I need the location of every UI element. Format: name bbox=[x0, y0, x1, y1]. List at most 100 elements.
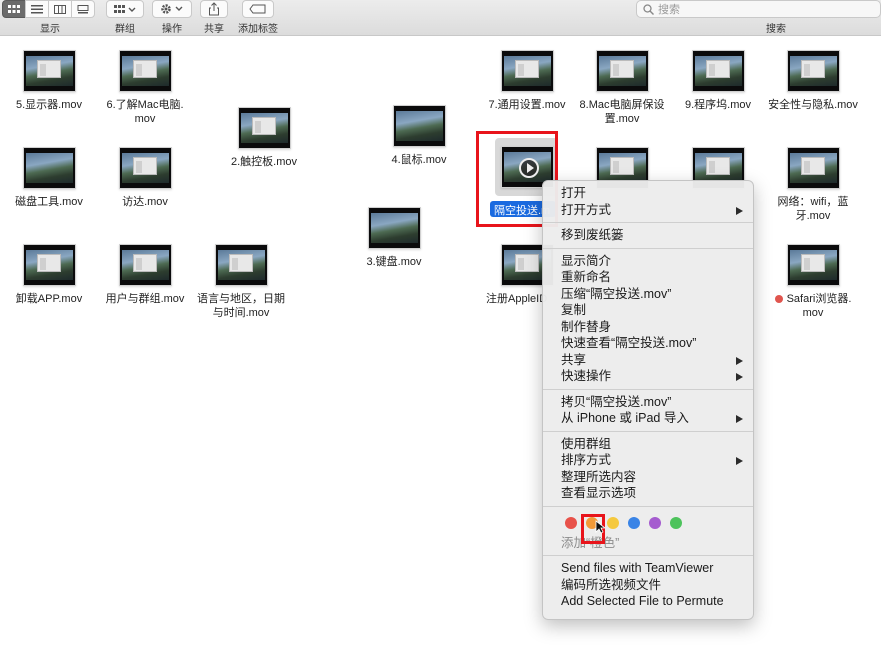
menu-separator bbox=[543, 555, 753, 556]
menu-item-get-info[interactable]: 显示简介 bbox=[543, 253, 753, 270]
menu-item-open-with[interactable]: 打开方式 bbox=[543, 202, 753, 219]
tag-purple[interactable] bbox=[649, 516, 661, 529]
submenu-arrow-icon bbox=[736, 206, 743, 215]
search-icon bbox=[643, 3, 654, 15]
submenu-arrow-icon bbox=[736, 457, 743, 465]
video-thumbnail bbox=[237, 107, 291, 149]
file-item[interactable]: 6.了解Mac电脑.mov bbox=[90, 50, 200, 126]
menu-item-clean-up[interactable]: 整理所选内容 bbox=[543, 469, 753, 486]
group-button[interactable] bbox=[106, 0, 144, 18]
file-name: 9.程序坞.mov bbox=[684, 99, 751, 111]
menu-item-copy[interactable]: 拷贝“隔空投送.mov” bbox=[543, 394, 753, 411]
menu-item-use-groups[interactable]: 使用群组 bbox=[543, 436, 753, 453]
file-item[interactable]: 语言与地区，日期与时间.mov bbox=[186, 244, 296, 320]
file-name: 安全性与隐私.mov bbox=[768, 99, 858, 111]
file-name: Safari浏览器.mov bbox=[773, 292, 853, 320]
file-name: 7.通用设置.mov bbox=[488, 99, 566, 111]
share-button[interactable] bbox=[200, 0, 228, 18]
file-item[interactable]: 2.触控板.mov bbox=[209, 107, 319, 169]
menu-item-label: 排序方式 bbox=[561, 453, 612, 467]
red-tag-dot bbox=[774, 295, 783, 304]
file-item[interactable]: 7.通用设置.mov bbox=[472, 50, 582, 112]
menu-item-make-alias[interactable]: 制作替身 bbox=[543, 319, 753, 336]
menu-item-share[interactable]: 共享 bbox=[543, 352, 753, 369]
file-item[interactable]: Safari浏览器.mov bbox=[758, 244, 868, 320]
gallery-view-button[interactable] bbox=[71, 0, 95, 18]
menu-item-sort-by[interactable]: 排序方式 bbox=[543, 452, 753, 469]
video-thumbnail bbox=[214, 244, 268, 286]
menu-separator bbox=[543, 430, 753, 432]
menu-item-duplicate[interactable]: 复制 bbox=[543, 302, 753, 319]
gallery-icon bbox=[77, 4, 89, 13]
video-thumbnail bbox=[500, 50, 554, 92]
file-name: 用户与群组.mov bbox=[105, 293, 185, 305]
menu-item-encode-video[interactable]: 编码所选视频文件 bbox=[543, 577, 753, 594]
group-label: 群组 bbox=[115, 24, 135, 35]
file-name: 网络：wifi，蓝牙.mov bbox=[777, 196, 849, 222]
menu-item-rename[interactable]: 重新命名 bbox=[543, 269, 753, 286]
tag-hint-text: 添加“橙色” bbox=[561, 535, 620, 550]
file-item[interactable]: 5.显示器.mov bbox=[0, 50, 104, 112]
file-name: 语言与地区，日期与时间.mov bbox=[197, 293, 285, 319]
column-view-button[interactable] bbox=[48, 0, 72, 18]
menu-item-move-to-trash[interactable]: 移到废纸篓 bbox=[543, 227, 753, 244]
menu-item-label: 快速操作 bbox=[561, 369, 612, 383]
grid-icon bbox=[8, 4, 20, 13]
video-thumbnail bbox=[118, 147, 172, 189]
file-item[interactable]: 访达.mov bbox=[90, 147, 200, 209]
video-thumbnail bbox=[22, 147, 76, 189]
file-item[interactable]: 9.程序坞.mov bbox=[663, 50, 773, 112]
file-name: 4.鼠标.mov bbox=[391, 154, 447, 166]
file-name: 6.了解Mac电脑.mov bbox=[106, 99, 184, 125]
file-name: 3.键盘.mov bbox=[366, 256, 422, 268]
file-item[interactable]: 磁盘工具.mov bbox=[0, 147, 104, 209]
search-field[interactable]: 搜索 bbox=[636, 0, 881, 18]
file-name: 8.Mac电脑屏保设置.mov bbox=[579, 99, 665, 125]
file-name: 5.显示器.mov bbox=[15, 99, 82, 111]
menu-item-teamviewer[interactable]: Send files with TeamViewer bbox=[543, 560, 753, 577]
tag-red[interactable] bbox=[565, 516, 577, 529]
video-thumbnail bbox=[786, 244, 840, 286]
video-thumbnail bbox=[118, 50, 172, 92]
tag-color-row bbox=[543, 511, 753, 535]
tag-blue[interactable] bbox=[628, 516, 640, 529]
file-item[interactable]: 卸载APP.mov bbox=[0, 244, 104, 306]
menu-item-quick-look[interactable]: 快速查看“隔空投送.mov” bbox=[543, 335, 753, 352]
columns-icon bbox=[54, 4, 66, 14]
tag-icon bbox=[249, 4, 266, 14]
video-thumbnail bbox=[118, 244, 172, 286]
menu-item-label: 打开方式 bbox=[561, 202, 612, 217]
file-item[interactable]: 8.Mac电脑屏保设置.mov bbox=[567, 50, 677, 126]
submenu-arrow-icon bbox=[736, 373, 743, 381]
menu-item-quick-actions[interactable]: 快速操作 bbox=[543, 368, 753, 385]
tag-green[interactable] bbox=[670, 516, 682, 529]
file-item[interactable]: 网络：wifi，蓝牙.mov bbox=[758, 147, 868, 223]
action-button[interactable] bbox=[152, 0, 192, 18]
menu-item-import-from-iphone[interactable]: 从 iPhone 或 iPad 导入 bbox=[543, 410, 753, 427]
menu-item-view-options[interactable]: 查看显示选项 bbox=[543, 485, 753, 502]
list-view-button[interactable] bbox=[25, 0, 49, 18]
video-thumbnail bbox=[22, 244, 76, 286]
video-thumbnail bbox=[786, 147, 840, 189]
file-item[interactable]: 安全性与隐私.mov bbox=[758, 50, 868, 112]
share-label: 共享 bbox=[204, 24, 224, 35]
tag-yellow[interactable] bbox=[607, 516, 619, 529]
file-item[interactable]: 用户与群组.mov bbox=[90, 244, 200, 306]
submenu-arrow-icon bbox=[736, 415, 743, 423]
file-name-text: Safari浏览器.mov bbox=[786, 293, 852, 319]
file-item[interactable]: 3.键盘.mov bbox=[339, 207, 449, 269]
menu-item-permute[interactable]: Add Selected File to Permute bbox=[543, 593, 753, 610]
view-mode-control[interactable] bbox=[2, 0, 95, 18]
file-name: 2.触控板.mov bbox=[230, 156, 297, 168]
menu-item-compress[interactable]: 压缩“隔空投送.mov” bbox=[543, 286, 753, 303]
menu-item-open[interactable]: 打开 bbox=[543, 185, 753, 202]
menu-item-label: 从 iPhone 或 iPad 导入 bbox=[561, 411, 689, 425]
video-thumbnail bbox=[367, 207, 421, 249]
file-item[interactable]: 4.鼠标.mov bbox=[364, 105, 474, 167]
add-tag-button[interactable] bbox=[242, 0, 274, 18]
gear-icon bbox=[161, 4, 183, 14]
add-tag-label: 添加标签 bbox=[238, 24, 278, 35]
menu-separator bbox=[543, 222, 753, 223]
icon-view-button[interactable] bbox=[2, 0, 26, 18]
search-label: 搜索 bbox=[766, 24, 786, 35]
